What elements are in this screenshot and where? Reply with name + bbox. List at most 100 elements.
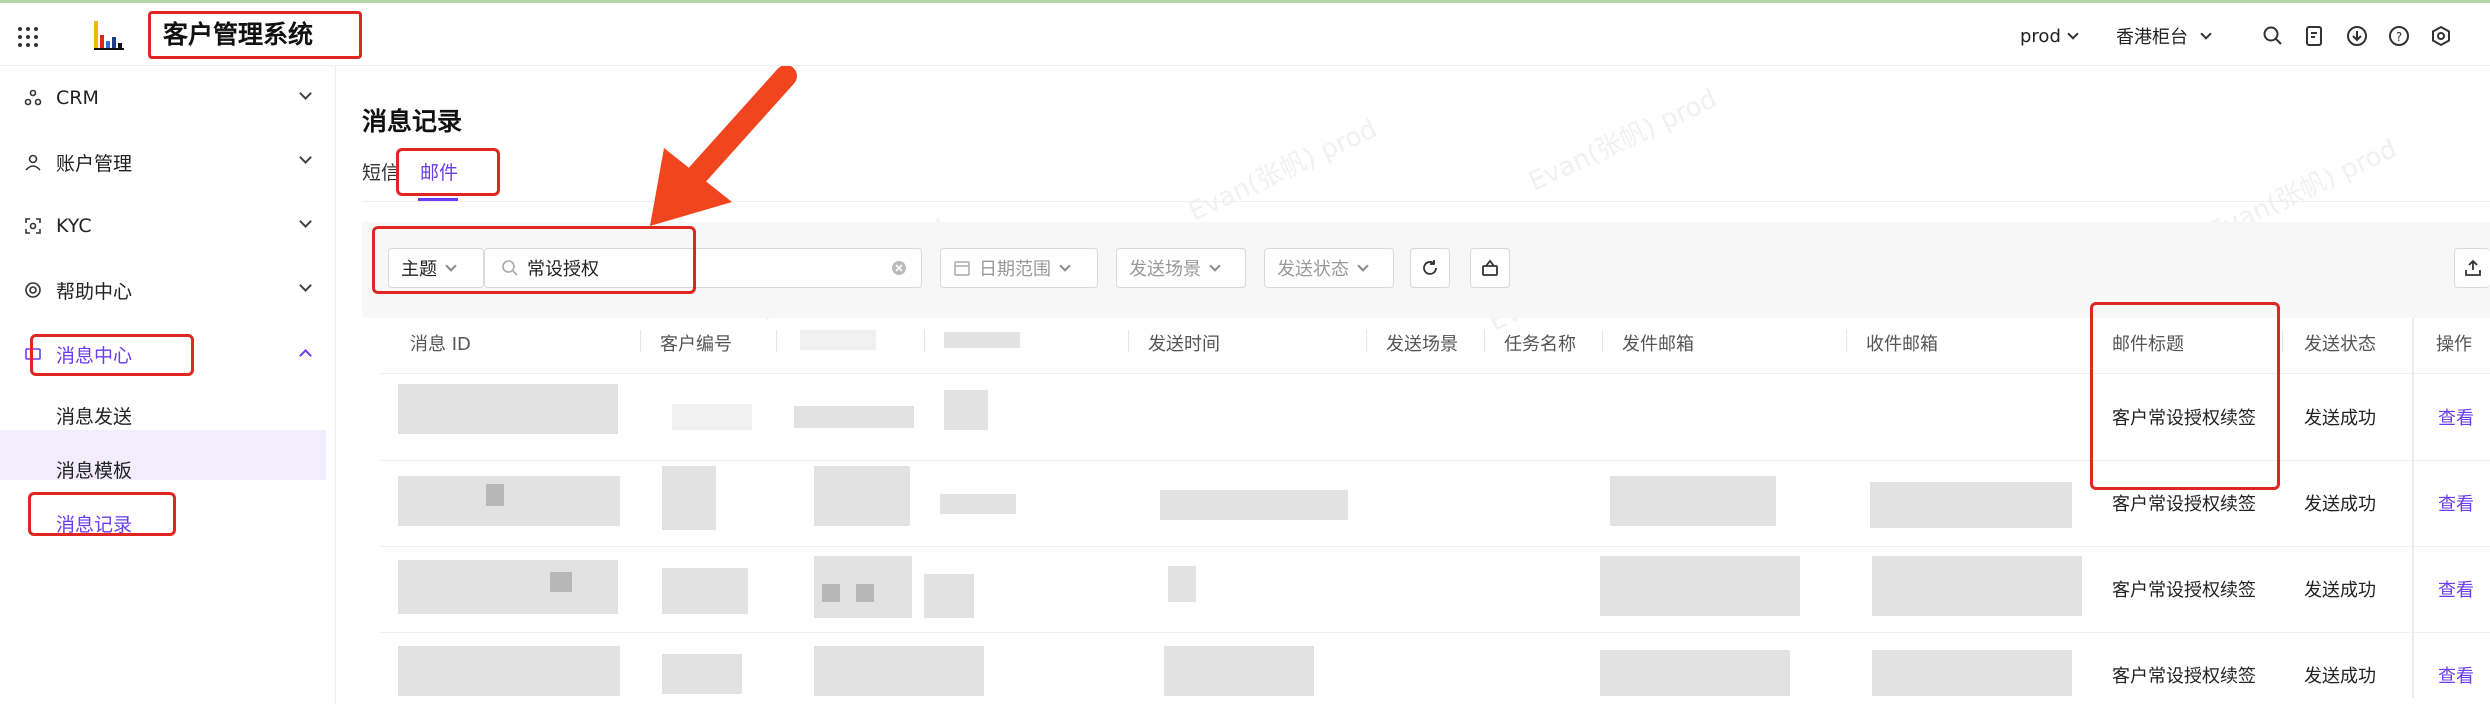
- sidebar-subitem-template[interactable]: 消息模板: [56, 456, 132, 483]
- status-cell: 发送成功: [2304, 580, 2376, 601]
- sidebar-item-label: 账户管理: [56, 152, 133, 175]
- redacted-cell: [662, 654, 742, 694]
- redacted-cell: [662, 568, 748, 614]
- chevron-down-icon: [299, 87, 312, 100]
- svg-text:?: ?: [2396, 30, 2402, 44]
- column-divider: [1602, 330, 1603, 352]
- column-divider: [2282, 330, 2283, 352]
- column-divider: [1366, 330, 1367, 352]
- email-subject-cell: 客户常设授权续签: [2112, 580, 2256, 601]
- row-divider: [380, 546, 2490, 547]
- redacted-cell: [1164, 646, 1314, 696]
- clear-filter-button[interactable]: [1470, 248, 1510, 288]
- sidebar-item-label: KYC: [56, 215, 92, 237]
- redacted-cell: [856, 584, 874, 602]
- row-divider: [380, 632, 2490, 633]
- sidebar-item-kyc[interactable]: KYC: [0, 202, 336, 250]
- redacted-cell: [398, 384, 618, 434]
- redacted-cell: [398, 476, 620, 526]
- help-icon[interactable]: ?: [2388, 25, 2410, 47]
- chevron-down-icon: [299, 279, 312, 292]
- status-select[interactable]: 发送状态: [1264, 248, 1394, 288]
- redacted-cell: [794, 406, 914, 428]
- page-title: 消息记录: [362, 107, 463, 136]
- sidebar-item-account[interactable]: 账户管理: [0, 138, 336, 186]
- watermark: Evan(张帆) prod: [1524, 84, 1722, 198]
- redacted-cell: [1600, 556, 1800, 616]
- col-actions: 操作: [2436, 334, 2472, 355]
- annotation-box: [28, 492, 176, 536]
- sidebar-item-label: 帮助中心: [56, 280, 133, 303]
- chevron-down-icon: [299, 215, 312, 228]
- date-range-picker[interactable]: 日期范围: [940, 248, 1098, 288]
- region-select[interactable]: 香港柜台: [2116, 21, 2212, 51]
- redacted-cell: [1600, 650, 1790, 696]
- export-icon: [2465, 259, 2481, 276]
- chevron-down-icon: [299, 151, 312, 164]
- chevron-down-icon: [1059, 260, 1071, 272]
- annotation-box: [30, 334, 194, 376]
- env-select[interactable]: prod: [2020, 21, 2079, 51]
- redacted-cell: [550, 572, 572, 592]
- calendar-icon: [954, 261, 970, 276]
- document-icon[interactable]: [2304, 25, 2326, 47]
- tab-sms[interactable]: 短信: [362, 158, 400, 185]
- clear-icon[interactable]: [891, 260, 907, 276]
- logo-icon: [94, 21, 124, 50]
- email-subject-cell: 客户常设授权续签: [2112, 666, 2256, 687]
- chevron-down-icon: [2200, 28, 2212, 40]
- col-sender-email: 发件邮箱: [1622, 334, 1694, 355]
- region-label: 香港柜台: [2116, 27, 2188, 48]
- redacted-cell: [486, 484, 504, 506]
- col-send-time: 发送时间: [1148, 334, 1220, 355]
- status-cell: 发送成功: [2304, 666, 2376, 687]
- refresh-button[interactable]: [1410, 248, 1450, 288]
- column-divider: [640, 330, 641, 352]
- redacted-cell: [1870, 482, 2072, 528]
- sidebar-item-crm[interactable]: CRM: [0, 74, 336, 122]
- env-label: prod: [2020, 25, 2061, 47]
- column-divider: [924, 330, 925, 352]
- apps-grid-icon[interactable]: [18, 27, 38, 47]
- chevron-down-icon: [1357, 260, 1369, 272]
- sidebar-item-help[interactable]: 帮助中心: [0, 266, 336, 314]
- download-icon[interactable]: [2346, 25, 2368, 47]
- column-divider: [776, 330, 777, 352]
- lifebuoy-icon: [25, 282, 41, 298]
- status-placeholder: 发送状态: [1277, 259, 1349, 280]
- sidebar-subitem-send[interactable]: 消息发送: [56, 402, 132, 429]
- redacted-cell: [1872, 650, 2072, 696]
- watermark: Evan(张帆) prod: [1184, 114, 1382, 228]
- app-title: 客户管理系统: [148, 11, 362, 59]
- status-cell: 发送成功: [2304, 408, 2376, 429]
- chevron-down-icon: [2067, 28, 2079, 40]
- annotation-box: [396, 148, 500, 196]
- chevron-down-icon: [1209, 260, 1221, 272]
- scan-icon: [25, 218, 41, 234]
- annotation-box: [2090, 302, 2280, 490]
- column-divider: [1846, 330, 1847, 352]
- redacted-cell: [814, 646, 984, 696]
- col-task-name: 任务名称: [1504, 334, 1576, 355]
- redacted-cell: [814, 466, 910, 526]
- view-link[interactable]: 查看: [2438, 404, 2474, 430]
- export-button[interactable]: [2454, 248, 2490, 288]
- column-divider: [1128, 330, 1129, 352]
- chevron-up-icon: [299, 349, 312, 362]
- view-link[interactable]: 查看: [2438, 490, 2474, 516]
- search-icon[interactable]: [2262, 25, 2284, 47]
- view-link[interactable]: 查看: [2438, 662, 2474, 688]
- redacted-cell: [1872, 556, 2082, 616]
- redacted-cell: [1160, 490, 1348, 520]
- redacted-cell: [822, 584, 840, 602]
- col-message-id: 消息 ID: [410, 334, 471, 355]
- annotation-arrow-icon: [650, 66, 797, 226]
- redacted-cell: [672, 404, 752, 430]
- redacted-header: [800, 330, 876, 350]
- scene-select[interactable]: 发送场景: [1116, 248, 1246, 288]
- redacted-cell: [398, 646, 620, 696]
- settings-icon[interactable]: [2430, 25, 2452, 47]
- column-divider: [1484, 330, 1485, 352]
- redacted-cell: [924, 574, 974, 618]
- view-link[interactable]: 查看: [2438, 576, 2474, 602]
